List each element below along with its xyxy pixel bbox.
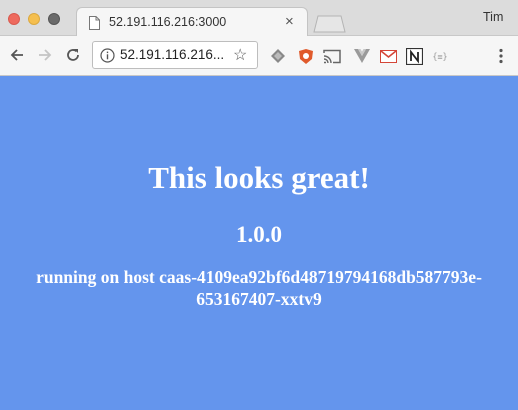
forward-arrow-icon [39, 49, 52, 61]
host-info-line-1: running on host caas-4109ea92bf6d4871979… [36, 267, 482, 287]
info-icon[interactable] [100, 48, 115, 63]
back-arrow-icon [10, 49, 23, 61]
new-tab-button[interactable] [310, 15, 346, 33]
profile-name[interactable]: Tim [483, 10, 503, 24]
reload-icon [67, 49, 79, 61]
browser-tab[interactable]: 52.191.116.216:3000 × [76, 7, 308, 37]
url-text: 52.191.116.216... [120, 47, 225, 62]
forward-button[interactable] [34, 44, 56, 66]
window-titlebar: 52.191.116.216:3000 × Tim [0, 0, 518, 37]
json-viewer-icon[interactable]: {≡} [430, 46, 450, 66]
page-icon [89, 16, 100, 30]
browser-toolbar: 52.191.116.216... ☆ {≡} [0, 36, 518, 76]
page-headline: This looks great! [148, 160, 370, 195]
host-info-line-2: 653167407-xxtv9 [196, 289, 322, 309]
svg-text:{≡}: {≡} [432, 53, 447, 63]
layers-icon[interactable] [268, 46, 288, 66]
tab-close-icon[interactable]: × [285, 14, 294, 29]
cast-icon[interactable] [322, 46, 342, 66]
notion-icon[interactable] [404, 46, 424, 66]
window-minimize-button[interactable] [28, 13, 40, 25]
window-close-button[interactable] [8, 13, 20, 25]
host-info: running on host caas-4109ea92bf6d4871979… [20, 266, 498, 310]
gmail-icon[interactable] [378, 46, 398, 66]
address-bar[interactable]: 52.191.116.216... ☆ [92, 41, 258, 69]
vue-devtools-icon[interactable] [352, 46, 372, 66]
page-viewport: This looks great! 1.0.0 running on host … [0, 76, 518, 410]
bookmark-star-icon[interactable]: ☆ [233, 45, 247, 65]
ublock-icon[interactable] [296, 46, 316, 66]
menu-icon[interactable] [491, 46, 511, 66]
reload-button[interactable] [62, 44, 84, 66]
tab-title: 52.191.116.216:3000 [109, 15, 227, 29]
version-label: 1.0.0 [236, 222, 282, 247]
window-maximize-button[interactable] [48, 13, 60, 25]
back-button[interactable] [6, 44, 28, 66]
